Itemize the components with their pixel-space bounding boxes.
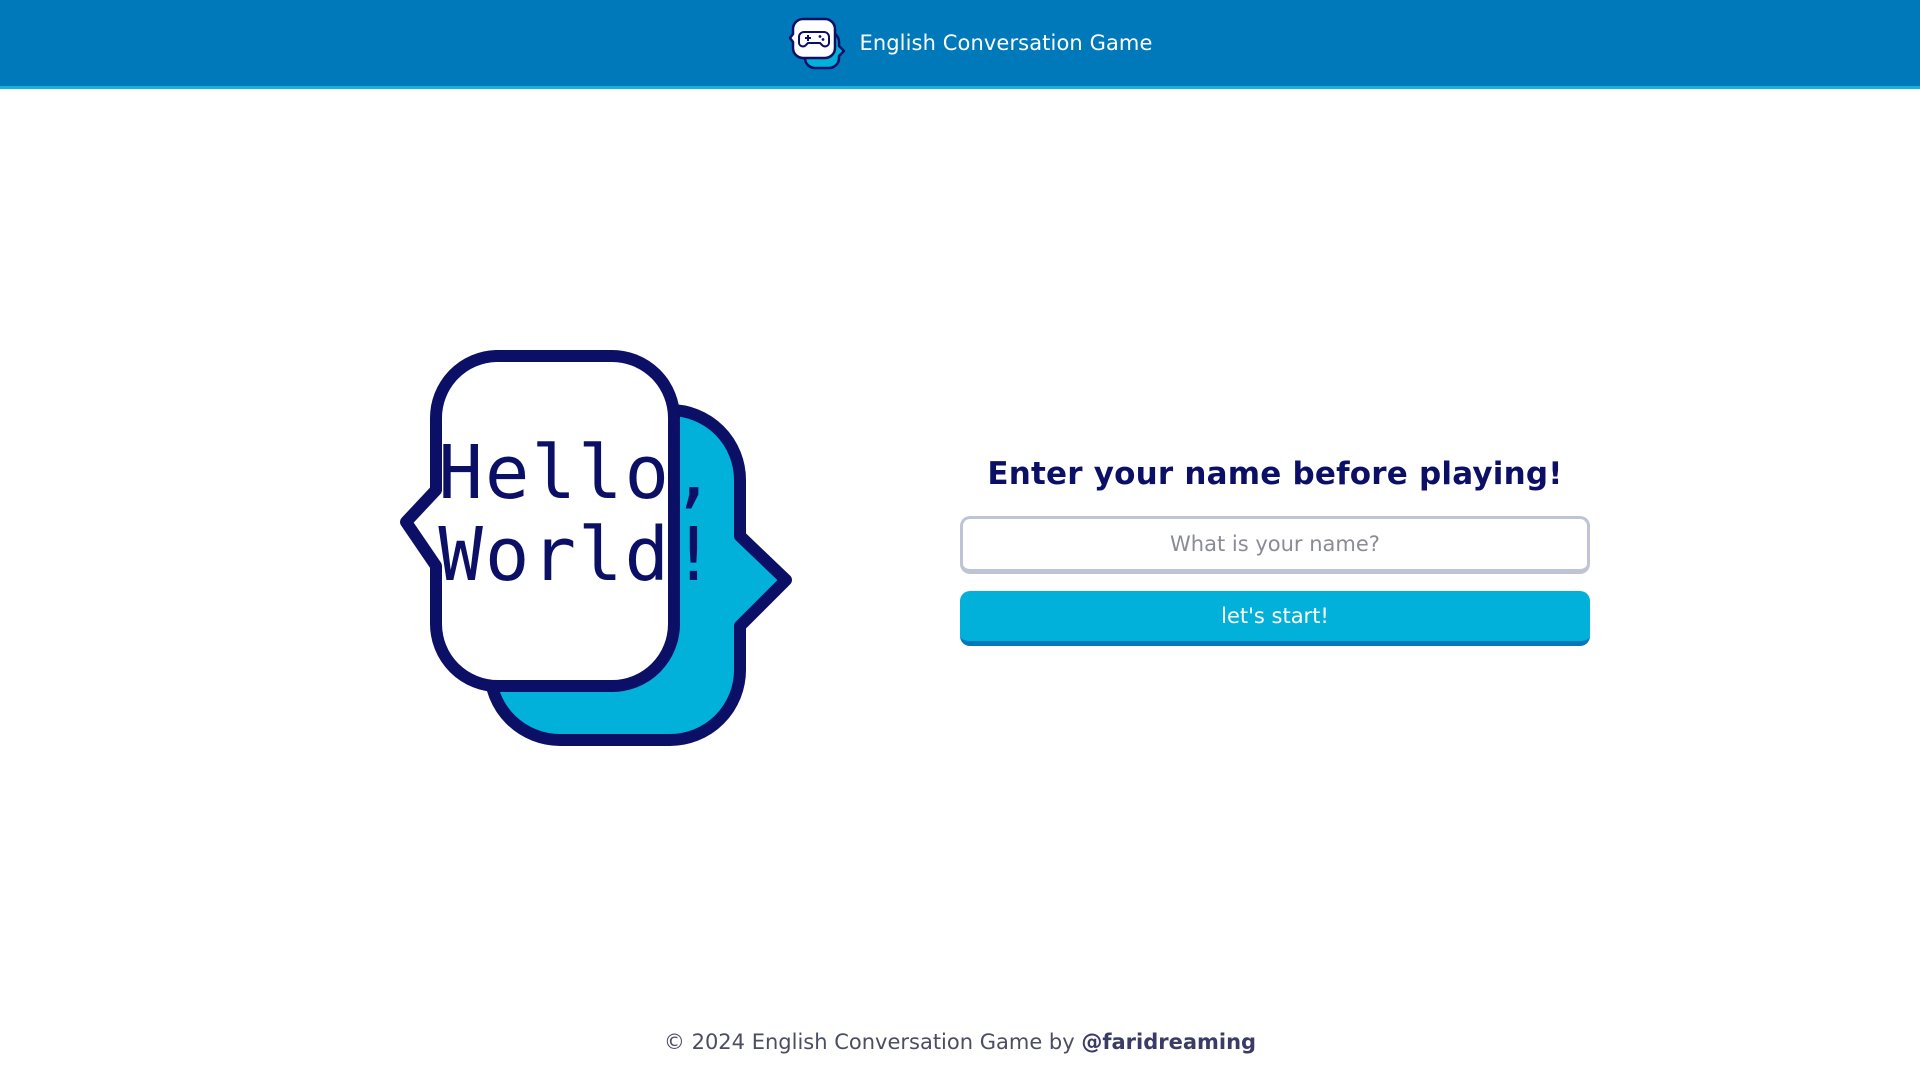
brand[interactable]: English Conversation Game [789, 16, 1152, 70]
gamepad-speech-bubble-icon [789, 17, 846, 70]
form-heading: Enter your name before playing! [987, 456, 1563, 492]
footer-copyright: © 2024 English Conversation Game by [663, 1030, 1082, 1054]
page-footer: © 2024 English Conversation Game by @far… [0, 1030, 1920, 1054]
greeting-line-2: World! [438, 512, 717, 598]
speech-bubbles-icon: Hello, World! [400, 350, 792, 746]
app-header: English Conversation Game [0, 0, 1920, 89]
author-link[interactable]: @faridreaming [1081, 1030, 1256, 1054]
name-form: Enter your name before playing! let's st… [960, 450, 1590, 646]
greeting-line-1: Hello, [438, 430, 717, 516]
start-button[interactable]: let's start! [960, 591, 1590, 646]
app-title: English Conversation Game [859, 31, 1153, 55]
name-input[interactable] [960, 516, 1590, 574]
hello-world-illustration: Hello, World! [400, 348, 892, 750]
